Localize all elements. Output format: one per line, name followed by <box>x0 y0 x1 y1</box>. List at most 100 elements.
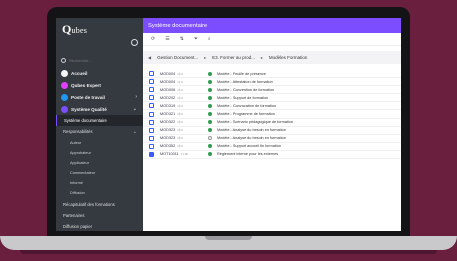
status-approved-icon <box>208 95 212 100</box>
doc-version: v6.0 <box>177 112 183 117</box>
document-icon <box>149 151 154 157</box>
breadcrumb-item[interactable]: Modèles Formation <box>269 55 308 60</box>
sidebar-item-poste-de-travail[interactable]: Poste de travail › <box>56 91 143 103</box>
document-icon <box>149 111 154 117</box>
list-item[interactable]: MOD321 v6.0 Modèle - Programme de formatio… <box>143 110 401 119</box>
toolbar: ⟳ ☰ ⇅ ⏷ ⌕ <box>143 33 401 46</box>
doc-code: MOD319 <box>160 103 176 108</box>
list-item[interactable]: MOD323 v6.0 Modèle - Analyse du besoin en … <box>143 127 401 135</box>
list-item[interactable]: MOD202 v6.0 Modèle - Support de formation <box>143 94 401 103</box>
laptop-shadow <box>20 250 437 254</box>
doc-title: Règlement interne pour les externes <box>217 152 279 157</box>
breadcrumb-separator-icon: ▸ <box>260 55 263 60</box>
doc-code: MOD323 <box>160 128 176 133</box>
sidebar-item-qubes-expert[interactable]: Qubes Expert <box>56 79 143 91</box>
list-item[interactable]: MOD006 v5.0 Modèle - Convention de formati… <box>143 86 401 95</box>
doc-version: v6.0 <box>177 144 183 149</box>
sidebar-item-recapitulatif[interactable]: Récapitulatif des formations <box>56 199 143 210</box>
app-logo: Qubes <box>62 22 88 36</box>
sidebar-role-applicateur[interactable]: Applicateur <box>56 158 143 167</box>
doc-title: Modèle - Analyse du besoin en formation <box>217 136 286 141</box>
doc-title: Modèle - Scénario pédagogique de formati… <box>217 120 293 125</box>
sidebar-role-approbateur[interactable]: Approbateur <box>56 148 143 157</box>
back-arrow-icon[interactable]: ◀ <box>148 55 151 60</box>
status-approved-icon <box>208 79 212 84</box>
doc-version: v1.00 <box>180 152 189 157</box>
doc-title: Modèle - Convocation de formation <box>217 103 277 108</box>
sidebar-item-systeme-documentaire[interactable]: Système documentaire <box>56 115 143 126</box>
doc-title: Modèle - Attestation de formation <box>217 79 273 84</box>
sidebar-item-accueil[interactable]: Accueil <box>56 67 143 79</box>
doc-code: MOT10011 <box>160 152 179 157</box>
breadcrumb-item[interactable]: Gestion Document... <box>157 55 198 60</box>
breadcrumb-item[interactable]: E3. Former au prod... <box>212 55 255 60</box>
list-view-icon[interactable]: ☰ <box>165 36 169 42</box>
search-icon[interactable]: ⌕ <box>208 36 211 42</box>
status-approved-icon <box>208 120 212 125</box>
list-item[interactable]: MOD319 v6.0 Modèle - Convocation de format… <box>143 102 401 111</box>
settings-icon[interactable] <box>131 39 138 46</box>
doc-version: v6.0 <box>177 120 183 125</box>
doc-version: v6.0 <box>177 95 183 100</box>
status-approved-icon <box>208 87 212 92</box>
doc-version: v6.0 <box>177 103 183 108</box>
sidebar-search-input[interactable] <box>69 56 139 65</box>
doc-version: v6.0 <box>177 136 183 141</box>
quality-icon <box>61 105 68 113</box>
document-icon <box>149 95 154 101</box>
doc-title: Modèle - Support de formation <box>217 95 269 100</box>
sidebar-role-auteur[interactable]: Auteur <box>56 138 143 147</box>
page-title: Système documentaire <box>148 22 208 29</box>
sidebar-item-partenaires[interactable]: Partenaires <box>56 210 143 221</box>
document-icon <box>149 143 154 149</box>
sidebar: Qubes Accueil Qubes Expert Poste de trav… <box>56 18 143 231</box>
status-approved-icon <box>208 112 212 117</box>
chevron-down-icon: ⌄ <box>132 128 137 135</box>
list-item[interactable]: MOD352 v6.0 Modèle - Support accueil fin f… <box>143 143 401 151</box>
filter-icon[interactable]: ⏷ <box>194 36 198 42</box>
list-item[interactable]: MOD004 v6.0 Modèle - Feuille de présence <box>143 70 401 79</box>
sidebar-role-informe[interactable]: Informé <box>56 178 143 187</box>
sidebar-role-diffusion[interactable]: Diffusion <box>56 188 143 197</box>
sort-icon[interactable]: ⇅ <box>180 36 184 42</box>
laptop-notch <box>205 236 252 240</box>
home-icon <box>61 69 68 77</box>
app-screen: Qubes Accueil Qubes Expert Poste de trav… <box>56 18 401 231</box>
doc-code: MOD004 <box>160 79 176 84</box>
document-icon <box>149 119 154 125</box>
doc-code: MOD352 <box>160 144 176 149</box>
doc-title: Modèle - Analyse du besoin en formation <box>217 128 286 133</box>
breadcrumb: ◀ Gestion Document... ▸ E3. Former au pr… <box>143 51 401 64</box>
sidebar-role-commentateur[interactable]: Commentateur <box>56 168 143 177</box>
sidebar-item-responsabilites[interactable]: Responsabilités ⌄ <box>56 126 143 137</box>
sidebar-item-diffusion-papier[interactable]: Diffusion papier <box>56 221 143 231</box>
doc-version: v6.0 <box>177 71 183 76</box>
status-approved-icon <box>208 128 212 133</box>
list-item[interactable]: MOD322 v6.0 Modèle - Scénario pédagogique … <box>143 119 401 127</box>
status-approved-icon <box>208 103 212 108</box>
workstation-icon <box>61 93 68 101</box>
document-icon <box>149 127 154 133</box>
document-icon <box>149 71 154 77</box>
doc-version: v2.0 <box>177 79 183 84</box>
document-icon <box>149 103 154 109</box>
chevron-right-icon: › <box>135 94 137 100</box>
status-pending-icon <box>208 136 212 141</box>
status-approved-icon <box>208 152 212 157</box>
doc-code: MOD322 <box>160 120 176 125</box>
list-item[interactable]: MOT10011 v1.00 Règlement interne pour les … <box>143 151 401 160</box>
doc-code: MOD321 <box>160 112 176 117</box>
sidebar-item-systeme-qualite[interactable]: Système Qualité ⌄ <box>56 103 143 115</box>
expert-icon <box>61 81 68 89</box>
search-icon <box>61 58 66 63</box>
document-list: MOD004 v6.0 Modèle - Feuille de présence M… <box>143 70 401 160</box>
doc-version: v5.0 <box>177 87 183 92</box>
list-item[interactable]: MOD323 v6.0 Modèle - Analyse du besoin en … <box>143 135 401 143</box>
breadcrumb-separator-icon: ▸ <box>204 55 207 60</box>
doc-code: MOD202 <box>160 95 176 100</box>
list-item[interactable]: MOD004 v2.0 Modèle - Attestation de format… <box>143 78 401 87</box>
page-header: Système documentaire <box>143 18 401 33</box>
doc-title: Modèle - Convention de formation <box>217 87 275 92</box>
refresh-icon[interactable]: ⟳ <box>151 36 155 42</box>
doc-title: Modèle - Support accueil fin formation <box>217 144 281 149</box>
